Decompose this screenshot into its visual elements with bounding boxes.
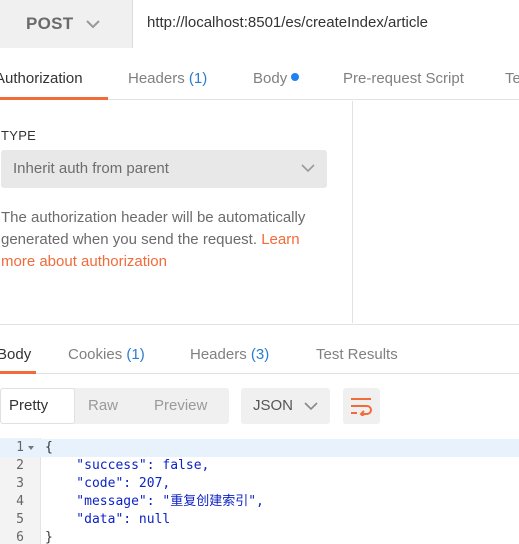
wrap-lines-icon <box>351 398 372 416</box>
tab-label: Cookies <box>68 346 127 363</box>
request-tabs: Authorization Headers (1) Body Pre-reque… <box>0 58 519 100</box>
line-number: 1 <box>16 440 24 455</box>
tab-count: (3) <box>250 346 270 363</box>
active-tab-indicator <box>0 97 108 100</box>
auth-type-value: Inherit auth from parent <box>13 160 169 177</box>
tab-response-headers[interactable]: Headers (3) <box>190 346 269 363</box>
active-tab-indicator <box>0 371 36 374</box>
line-number: 2 <box>16 458 24 473</box>
tab-tests[interactable]: Te <box>505 70 519 87</box>
line-number: 5 <box>16 512 24 527</box>
view-mode-toggle: Pretty Raw Preview <box>0 388 229 424</box>
tab-label: Body <box>253 70 288 87</box>
view-raw-button[interactable]: Raw <box>88 397 118 414</box>
tab-label: Headers <box>128 70 189 87</box>
tab-cookies[interactable]: Cookies (1) <box>68 346 145 363</box>
tab-label: Te <box>505 70 519 87</box>
auth-type-label: TYPE <box>1 128 37 143</box>
request-url-bar: POST http://localhost:8501/es/createInde… <box>0 0 519 48</box>
http-method-select[interactable]: POST <box>0 0 133 48</box>
tab-authorization[interactable]: Authorization <box>0 70 83 87</box>
chevron-down-icon <box>301 164 315 173</box>
chevron-down-icon <box>85 19 100 28</box>
tab-label: Authorization <box>0 70 83 87</box>
tab-headers[interactable]: Headers (1) <box>128 70 207 87</box>
line-number: 3 <box>16 476 24 491</box>
url-input[interactable]: http://localhost:8501/es/createIndex/art… <box>147 14 428 31</box>
fold-arrow-icon[interactable] <box>28 446 34 450</box>
format-select[interactable]: JSON <box>241 388 330 424</box>
code-line: 6 } <box>0 529 519 544</box>
response-body-editor[interactable]: 1 { 2 "success": false, 3 "code": 207, 4… <box>0 438 519 544</box>
modified-dot-icon <box>291 73 300 81</box>
tab-label: Pre-request Script <box>343 70 464 87</box>
tab-label: Headers <box>190 346 251 363</box>
code-text: "code": 207, <box>45 476 171 491</box>
code-line: 3 "code": 207, <box>0 475 519 493</box>
view-pretty-button[interactable]: Pretty <box>9 397 48 414</box>
authorization-panel: TYPE Inherit auth from parent The author… <box>0 101 353 323</box>
code-text: } <box>45 530 53 544</box>
tab-count: (1) <box>126 346 145 363</box>
response-tabs: Body Cookies (1) Headers (3) Test Result… <box>0 324 519 374</box>
code-line: 5 "data": null <box>0 511 519 529</box>
line-number: 4 <box>16 494 24 509</box>
code-line: 1 { <box>0 439 519 457</box>
auth-type-select[interactable]: Inherit auth from parent <box>1 150 327 188</box>
code-line: 4 "message": "重复创建索引", <box>0 493 519 511</box>
code-text: { <box>45 440 53 455</box>
tab-pre-request-script[interactable]: Pre-request Script <box>343 70 464 87</box>
wrap-lines-button[interactable] <box>343 388 380 424</box>
line-number: 6 <box>16 530 24 544</box>
tab-label: Test Results <box>316 346 398 363</box>
auth-description: The authorization header will be automat… <box>1 207 337 273</box>
format-value: JSON <box>253 397 294 414</box>
tab-response-body[interactable]: Body <box>0 346 31 363</box>
http-method-label: POST <box>26 14 74 33</box>
tab-test-results[interactable]: Test Results <box>316 346 398 363</box>
code-text: "message": "重复创建索引", <box>45 494 264 509</box>
view-preview-button[interactable]: Preview <box>154 397 207 414</box>
code-text: "data": null <box>45 512 171 527</box>
tab-label: Body <box>0 346 32 363</box>
auth-description-text: The authorization header will be automat… <box>1 209 306 248</box>
tab-body[interactable]: Body <box>253 70 300 87</box>
tab-count: (1) <box>188 70 208 87</box>
code-line: 2 "success": false, <box>0 457 519 475</box>
code-text: "success": false, <box>45 458 210 473</box>
chevron-down-icon <box>304 402 318 411</box>
